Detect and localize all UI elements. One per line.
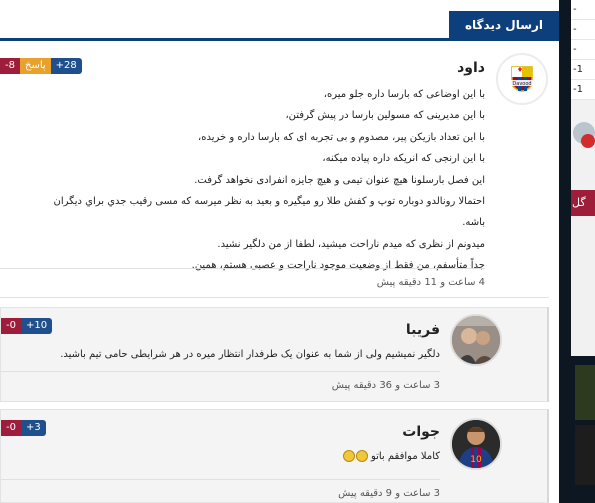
dislike-button[interactable]: -0	[1, 420, 21, 436]
comment-line: جداً متأسفم، من فقط از وضعیت موجود ناراح…	[191, 260, 485, 272]
comment-line: احتمالا رونالدو دوباره توپ و کفش طلا رو …	[53, 195, 485, 207]
dislike-button[interactable]: -0	[1, 318, 21, 334]
sidebar-section-header[interactable]: گل	[571, 190, 595, 216]
comment-line: باشه.	[462, 217, 485, 229]
vote-controls: -0 +3	[1, 420, 46, 436]
comment-line: با این مدیرینی که مسولین بارسا در پیش گر…	[285, 110, 485, 122]
comment-line: میدونم از نظری که میدم ناراحت میشید، لطف…	[217, 238, 485, 250]
svg-text:Davood: Davood	[512, 81, 531, 87]
comment-line: این فصل بارسلونا هیچ عنوان تیمی و هیچ جا…	[194, 174, 485, 186]
comment-reply: فریبا -0 +10 دلگیر نمیشیم ولی از شما به …	[0, 307, 549, 402]
like-button[interactable]: +3	[20, 420, 46, 436]
sidebar-thumbnail[interactable]	[575, 425, 595, 485]
comment-reply: 10 جوات -0 +3 کاملا موافقم باتو 3 ساعت و…	[0, 409, 549, 503]
comment-line: با این تعداد بازیکن پیر، مصدوم و بی تجرب…	[197, 131, 485, 143]
comment-timestamp: 4 ساعت و 11 دقیقه پیش	[376, 277, 485, 288]
comment-line: کاملا موافقم باتو	[370, 451, 440, 462]
emoji-icon	[355, 450, 368, 462]
sidebar-row: -	[571, 40, 595, 60]
sidebar-divider	[571, 160, 595, 190]
sidebar-row: -1	[571, 80, 595, 100]
comment-line: با این ارنجی که انریکه داره پیاده میکنه،	[322, 153, 485, 165]
sidebar-row: -	[571, 20, 595, 40]
comment-timestamp: 3 ساعت و 36 دقیقه پیش	[331, 380, 440, 391]
comment-line: با این اوضاعی که بارسا داره جلو میره،	[323, 89, 485, 100]
sidebar-row: -	[571, 0, 595, 20]
like-button[interactable]: +10	[20, 318, 53, 334]
divider	[0, 268, 485, 269]
svg-text:10: 10	[470, 455, 482, 465]
reply-button[interactable]: پاسخ	[19, 58, 51, 74]
sidebar-thumbnail[interactable]	[575, 365, 595, 420]
like-button[interactable]: +28	[50, 58, 82, 74]
comment-line: دلگیر نمیشیم ولی از شما به عنوان یک طرفد…	[60, 349, 440, 360]
comment-author[interactable]: داود	[457, 60, 485, 76]
comment-body: با این اوضاعی که بارسا داره جلو میره، با…	[0, 84, 485, 277]
comment-body: دلگیر نمیشیم ولی از شما به عنوان یک طرفد…	[0, 347, 440, 363]
avatar	[450, 314, 502, 366]
comment-line-wrap: کاملا موافقم باتو	[0, 449, 440, 465]
comment-author[interactable]: جوات	[402, 424, 440, 440]
player-photo-icon: 10	[452, 420, 500, 468]
avatar: Davood	[496, 53, 548, 105]
vote-controls: -0 +10	[1, 318, 53, 334]
comment-timestamp: 3 ساعت و 9 دقیقه پیش	[338, 488, 440, 499]
vote-controls: -8 پاسخ +28	[0, 58, 82, 74]
sidebar-list	[571, 216, 595, 356]
divider	[1, 479, 440, 480]
sidebar-row: -1	[571, 60, 595, 80]
sidebar-logo-icon[interactable]	[571, 100, 595, 160]
user-photo-icon	[452, 316, 500, 364]
emoji-icon	[342, 450, 355, 462]
comment-author[interactable]: فریبا	[406, 322, 440, 338]
dislike-button[interactable]: -8	[0, 58, 20, 74]
comment: Davood داود -8 پاسخ +28 با این اوضاعی که…	[0, 47, 549, 298]
comment-body: کاملا موافقم باتو	[0, 449, 440, 465]
tab-send-comment[interactable]: ارسال دیدگاه	[449, 11, 559, 40]
avatar: 10	[450, 418, 502, 470]
barcelona-crest-icon: Davood	[499, 56, 545, 102]
divider	[1, 371, 440, 372]
